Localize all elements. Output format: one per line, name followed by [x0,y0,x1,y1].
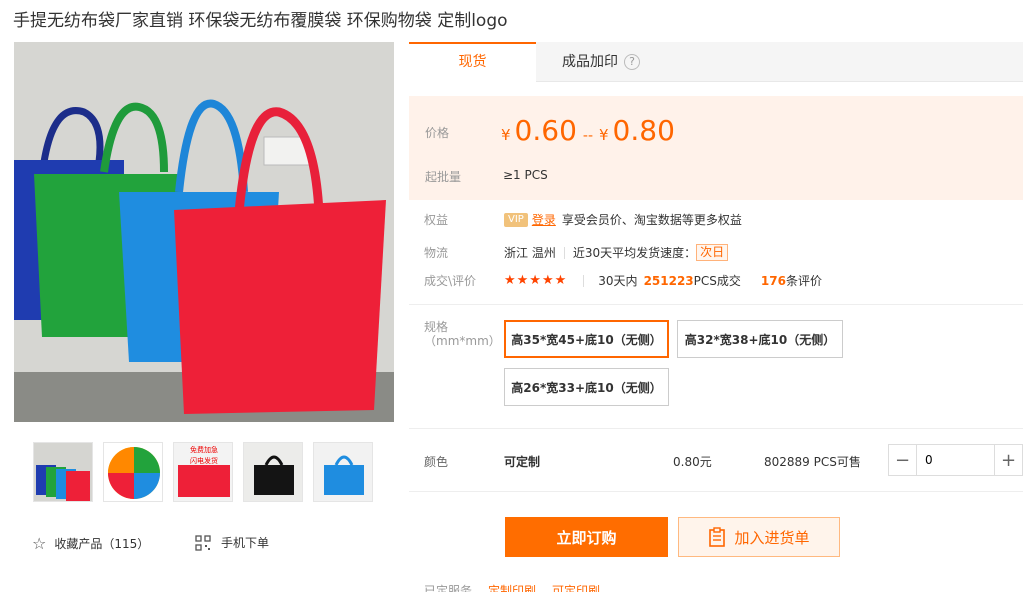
tab-custom-print[interactable]: 成品加印 ? [536,42,666,82]
divider [409,491,1023,492]
benefits-row: 权益 VIP 登录 享受会员价、淘宝数据等更多权益 [424,211,742,228]
favorite-label: 收藏产品（115） [54,537,150,551]
purchase-tabs: 现货 成品加印 ? [409,42,1023,82]
thumbnail-1[interactable] [33,442,93,502]
divider [583,274,585,287]
spec-option-26x33[interactable]: 高26*宽33+底10（无侧） [504,368,669,406]
sold-prefix: 30天内 [598,274,638,288]
thumbnail-1-image [34,443,92,501]
shipping-speed-badge: 次日 [696,244,729,261]
price-range: ¥ 0.60 -- ¥ 0.80 [501,114,675,147]
benefits-text: 享受会员价、淘宝数据等更多权益 [561,213,742,227]
spec-label-text: 规格 [424,320,449,334]
sold-suffix: PCS成交 [693,274,741,288]
main-product-image[interactable] [14,42,394,422]
service-item-1[interactable]: 定制印刷 [488,582,536,592]
currency-symbol-2: ¥ [599,126,609,144]
service-row: 已定服务 定制印刷 可定印刷 [424,582,600,592]
thumbnail-2[interactable] [103,442,163,502]
thumbnail-4-image [244,443,302,501]
moq-label: 起批量 [425,170,462,184]
color-value: 可定制 [504,455,541,469]
help-icon[interactable]: ? [624,54,640,70]
favorite-product-link[interactable]: ☆ 收藏产品（115） [32,534,149,553]
review-suffix[interactable]: 条评价 [786,272,822,289]
tab-custom-print-label: 成品加印 [562,54,618,70]
quantity-stepper: − + [888,444,1023,476]
reviews-row: 成交\评价 ★★★★★ 30天内 251223 PCS成交 176 条评价 [424,272,822,289]
divider [409,304,1023,305]
increment-button[interactable]: + [994,445,1022,475]
rating-stars: ★★★★★ [504,273,568,288]
star-outline-icon: ☆ [32,534,47,553]
thumbnail-4[interactable] [243,442,303,502]
quantity-input[interactable] [917,445,994,475]
thumbnail-3[interactable]: 免费加急 闪电发货 [173,442,233,502]
spec-label: 规格 （mm*mm） [424,320,501,348]
clipboard-icon [709,527,726,547]
thumbnail-strip: 免费加急 闪电发货 [33,442,373,502]
spec-option-32x38[interactable]: 高32*宽38+底10（无侧） [677,320,843,358]
tote-bags-photo [14,42,394,422]
login-link[interactable]: 登录 [532,211,556,228]
mobile-order-link[interactable]: 手机下单 [195,534,269,551]
stock-available: 802889 PCS可售 [764,455,861,469]
unit-price: 0.80元 [673,455,712,469]
divider [563,246,565,259]
product-title: 手提无纺布袋厂家直销 环保袋无纺布覆膜袋 环保购物袋 定制logo [13,11,508,31]
thumbnail-3-image: 免费加急闪电发货 [174,443,232,501]
shipping-speed-text: 近30天平均发货速度： [572,246,697,260]
logistics-label: 物流 [424,246,449,260]
thumbnail-5-image [314,443,372,501]
price-panel: 价格 ¥ 0.60 -- ¥ 0.80 起批量 ≥1 PCS [409,96,1023,200]
price-low: 0.60 [514,114,577,147]
mobile-order-label: 手机下单 [221,536,270,550]
logistics-row: 物流 浙江 温州 近30天平均发货速度： 次日 [424,244,729,261]
service-item-2[interactable]: 可定印刷 [552,582,600,592]
decrement-button[interactable]: − [889,445,917,475]
price-high: 0.80 [612,114,675,147]
benefits-label: 权益 [424,213,449,227]
add-to-cart-label: 加入进货单 [734,528,810,547]
tab-in-stock[interactable]: 现货 [409,42,536,82]
currency-symbol: ¥ [501,126,511,144]
order-now-button[interactable]: 立即订购 [505,517,668,557]
sku-row: 颜色 可定制 0.80元 802889 PCS可售 − + [409,430,1023,490]
reviews-label: 成交\评价 [424,274,477,288]
thumbnail-5[interactable] [313,442,373,502]
qr-code-icon [195,534,211,551]
sold-count[interactable]: 251223 [644,274,694,288]
origin-location: 浙江 温州 [504,246,556,260]
price-label: 价格 [425,126,450,140]
moq-value: ≥1 PCS [503,168,548,182]
color-label: 颜色 [424,455,449,469]
thumbnail-3-text-1: 免费加急 [190,445,218,454]
spec-option-35x45[interactable]: 高35*宽45+底10（无侧） [504,320,669,358]
price-separator: -- [582,128,593,144]
add-to-cart-button[interactable]: 加入进货单 [678,517,840,557]
vip-badge: VIP [504,212,528,227]
service-label: 已定服务 [424,584,473,592]
divider [409,428,1023,429]
spec-unit-text: （mm*mm） [424,334,501,348]
review-count[interactable]: 176 [761,274,786,288]
thumbnail-2-image [104,443,162,501]
thumbnail-3-text-2: 闪电发货 [190,456,218,465]
